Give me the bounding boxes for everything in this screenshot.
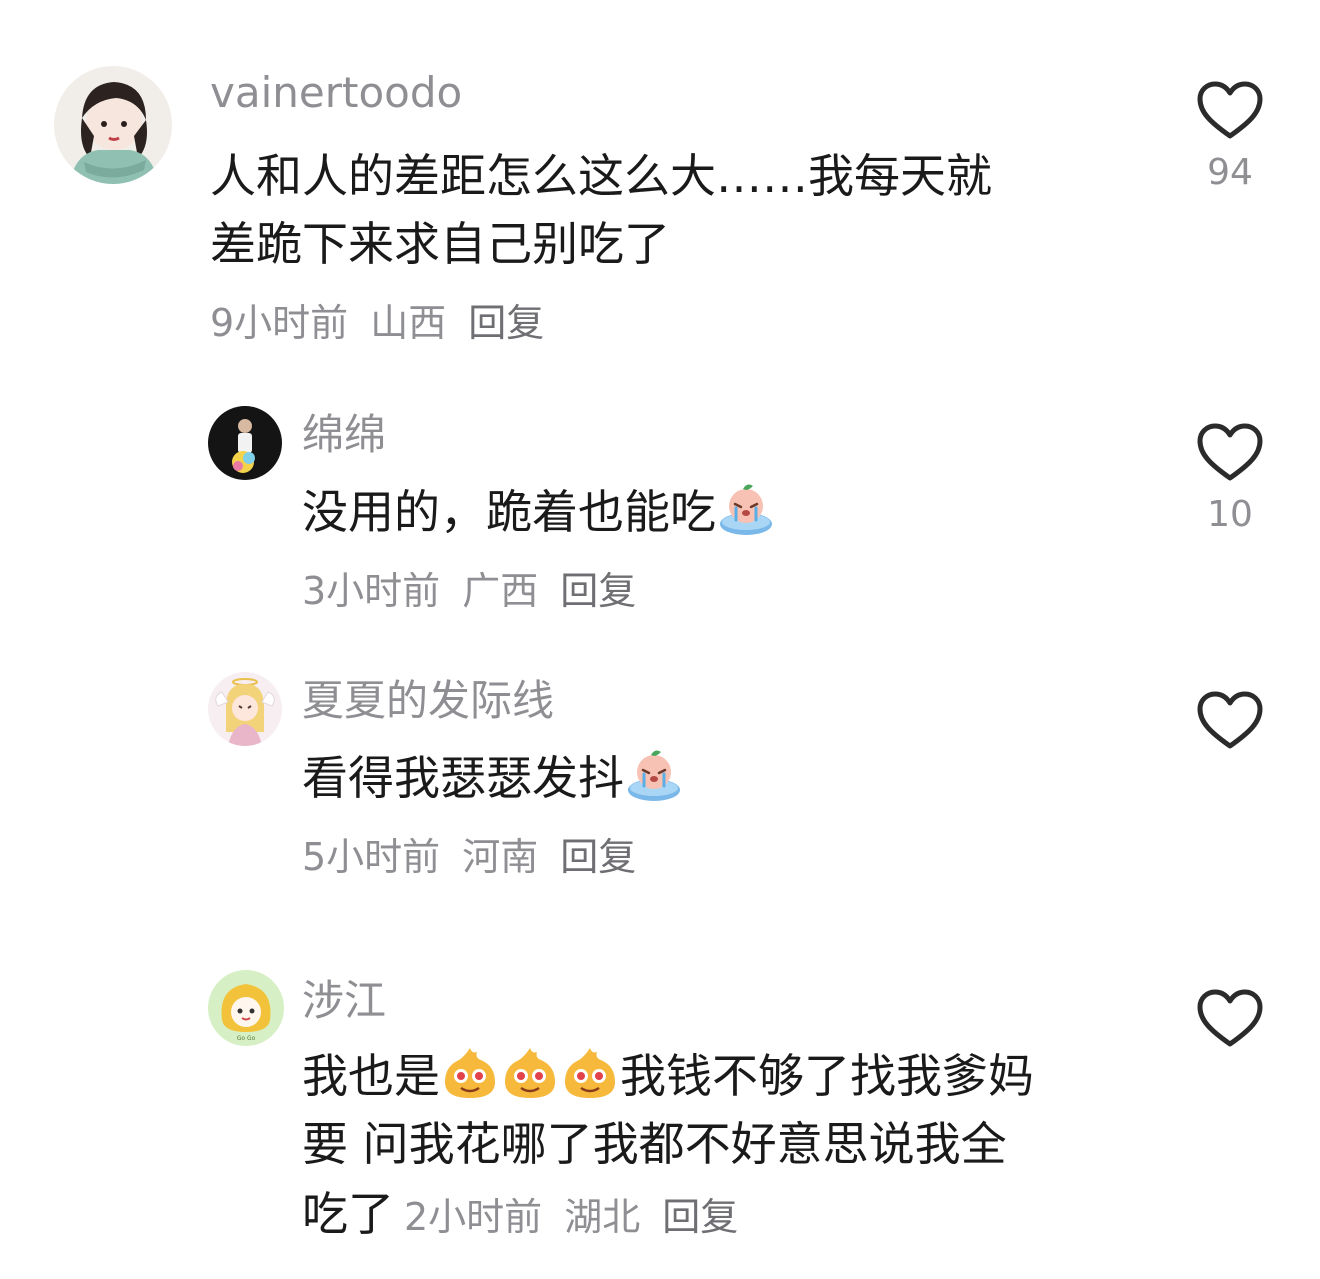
comment-text-content: 看得我瑟瑟发抖 xyxy=(302,751,624,805)
crying-peach-emoji xyxy=(625,746,683,804)
comment-username[interactable]: 夏夏的发际线 xyxy=(302,676,554,726)
comment-time: 2小时前 xyxy=(404,1195,543,1239)
comment-text: 看得我瑟瑟发抖 xyxy=(302,744,684,812)
reply-button[interactable]: 回复 xyxy=(560,835,636,879)
comment-text: 没用的，跪着也能吃 xyxy=(302,478,776,546)
like-button[interactable] xyxy=(1196,988,1264,1050)
heart-icon xyxy=(1197,691,1263,749)
comment-location: 广西 xyxy=(462,569,539,613)
comment-meta: 9小时前 山西 回复 xyxy=(210,298,566,348)
heart-icon xyxy=(1197,81,1263,139)
heart-icon xyxy=(1197,989,1263,1047)
comment-text-part-2: 我钱不够了找我爹妈 xyxy=(620,1049,1034,1103)
comment-meta: 2小时前 湖北 回复 xyxy=(404,1195,760,1239)
comment-username[interactable]: vainertoodo xyxy=(210,68,462,118)
avatar-cartoon-girl-icon: Go Go xyxy=(208,970,284,1046)
comment-text-part-1: 我也是 xyxy=(302,1049,440,1103)
comment-meta: 5小时前 河南 回复 xyxy=(302,832,658,882)
like-button[interactable]: 10 xyxy=(1196,422,1264,538)
like-button[interactable] xyxy=(1196,690,1264,752)
like-count: 94 xyxy=(1207,152,1253,193)
comment-text-part-3: 吃了 xyxy=(302,1187,394,1241)
avatar[interactable] xyxy=(208,406,282,480)
comment-location: 湖北 xyxy=(564,1195,641,1239)
drooling-face-emoji xyxy=(441,1044,499,1102)
svg-text:Go Go: Go Go xyxy=(237,1035,256,1042)
comment-time: 9小时前 xyxy=(210,301,349,345)
comment-text-line-3: 吃了 2小时前 湖北 回复 xyxy=(302,1180,760,1251)
avatar[interactable] xyxy=(208,672,282,746)
comment-text-line-1: 人和人的差距怎么这么大……我每天就 xyxy=(210,149,992,203)
comment-meta: 3小时前 广西 回复 xyxy=(302,566,658,616)
comment-location: 河南 xyxy=(462,835,539,879)
avatar-girl-scarf-icon xyxy=(54,66,172,184)
reply-button[interactable]: 回复 xyxy=(560,569,636,613)
like-button[interactable]: 94 xyxy=(1196,80,1264,196)
avatar[interactable] xyxy=(54,66,172,184)
comment-text-content: 没用的，跪着也能吃 xyxy=(302,485,716,539)
comment-username[interactable]: 绵绵 xyxy=(302,410,386,460)
comment-username[interactable]: 涉江 xyxy=(302,976,386,1026)
comment-text-line-1: 我也是 我钱不够了找我爹妈 xyxy=(302,1042,1034,1110)
comment-text-line-2: 差跪下来求自己别吃了 xyxy=(210,217,670,271)
crying-peach-emoji xyxy=(717,480,775,538)
reply-button[interactable]: 回复 xyxy=(662,1195,738,1239)
avatar-stage-performer-icon xyxy=(208,406,282,480)
like-count: 10 xyxy=(1207,494,1253,535)
drooling-face-emoji xyxy=(561,1044,619,1102)
avatar-angel-girl-icon xyxy=(208,672,282,746)
drooling-face-emoji xyxy=(501,1044,559,1102)
comment-time: 5小时前 xyxy=(302,835,441,879)
avatar[interactable]: Go Go xyxy=(208,970,284,1046)
reply-button[interactable]: 回复 xyxy=(468,301,544,345)
comment-time: 3小时前 xyxy=(302,569,441,613)
comment-location: 山西 xyxy=(370,301,447,345)
heart-icon xyxy=(1197,423,1263,481)
comment-text-line-2: 要 问我花哪了我都不好意思说我全 xyxy=(302,1117,1007,1171)
